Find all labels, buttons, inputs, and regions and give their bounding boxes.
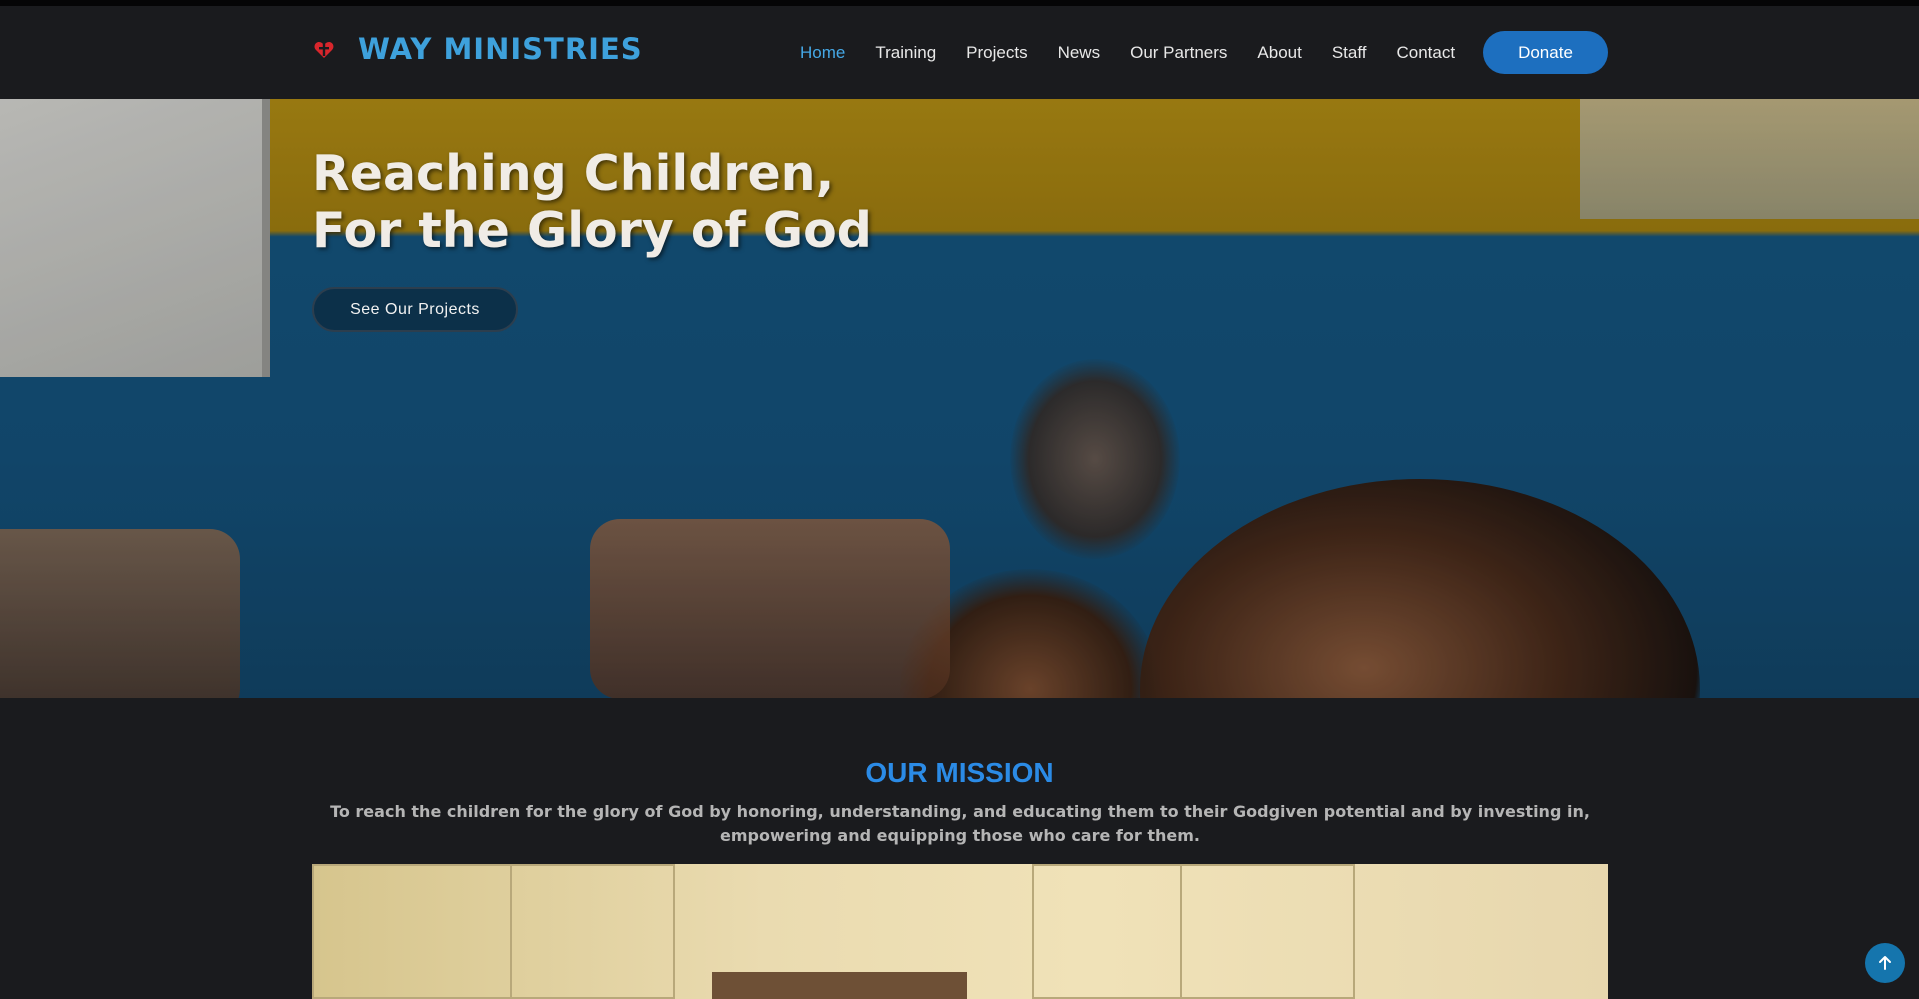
- brand-link[interactable]: WAY MINISTRIES: [312, 32, 643, 66]
- nav-our-partners[interactable]: Our Partners: [1130, 43, 1227, 63]
- nav-home[interactable]: Home: [800, 43, 845, 63]
- hero-title: Reaching Children, For the Glory of God: [312, 145, 872, 259]
- mission-image: [312, 864, 1608, 999]
- mission-image-window: [712, 972, 967, 999]
- see-projects-button[interactable]: See Our Projects: [312, 287, 518, 332]
- hero-overlay: [0, 99, 1919, 698]
- nav-about[interactable]: About: [1257, 43, 1301, 63]
- nav-training[interactable]: Training: [875, 43, 936, 63]
- site-title: WAY MINISTRIES: [358, 32, 643, 66]
- heart-cross-icon: [312, 37, 336, 61]
- hero-banner: Reaching Children, For the Glory of God …: [0, 99, 1919, 698]
- nav-contact[interactable]: Contact: [1397, 43, 1456, 63]
- hero-title-line-2: For the Glory of God: [312, 202, 872, 259]
- site-header: WAY MINISTRIES Home Training Projects Ne…: [0, 6, 1919, 99]
- nav-staff[interactable]: Staff: [1332, 43, 1367, 63]
- donate-button[interactable]: Donate: [1483, 31, 1608, 74]
- mission-image-cabinet: [1180, 864, 1355, 999]
- mission-image-cabinet: [1032, 864, 1182, 999]
- nav-projects[interactable]: Projects: [966, 43, 1027, 63]
- mission-text: To reach the children for the glory of G…: [330, 802, 1590, 845]
- mission-image-cabinet: [312, 864, 512, 999]
- arrow-up-icon: [1879, 956, 1891, 970]
- nav-news[interactable]: News: [1058, 43, 1101, 63]
- main-nav: Home Training Projects News Our Partners…: [800, 43, 1485, 63]
- mission-image-cabinet: [510, 864, 675, 999]
- mission-title: OUR MISSION: [865, 757, 1054, 788]
- scroll-top-button[interactable]: [1865, 943, 1905, 983]
- hero-title-line-1: Reaching Children,: [312, 145, 835, 202]
